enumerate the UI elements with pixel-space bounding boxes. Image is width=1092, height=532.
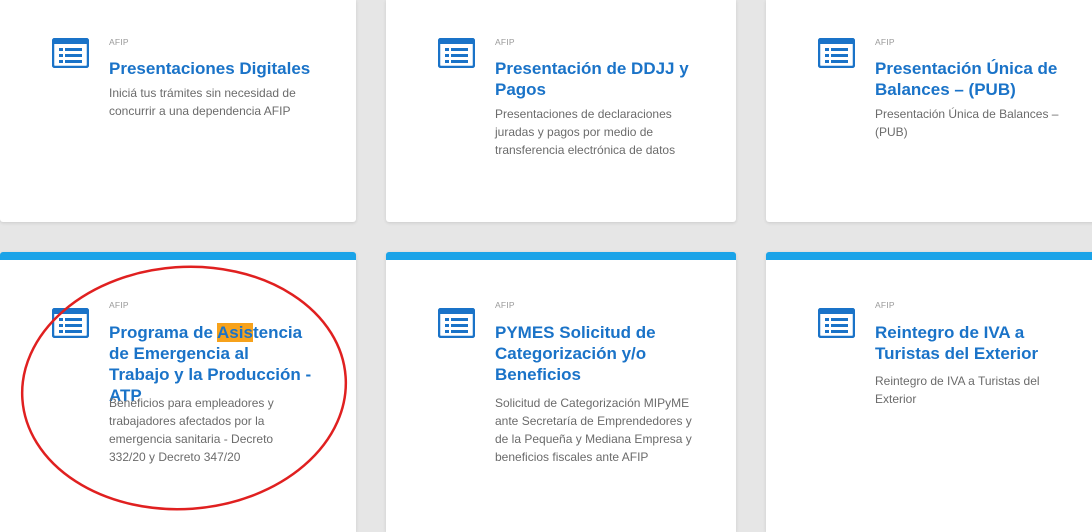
card-description: Solicitud de Categorización MIPyME ante … — [495, 396, 692, 464]
list-icon — [438, 38, 475, 68]
card-title[interactable]: PYMES Solicitud de Categorización y/o Be… — [495, 322, 676, 385]
card-programa-atp[interactable]: AFIP Programa de Asistencia de Emergenci… — [0, 252, 356, 532]
search-highlight: Asis — [217, 323, 253, 342]
list-icon — [818, 308, 855, 338]
list-icon — [52, 308, 89, 338]
agency-label: AFIP — [875, 300, 895, 310]
title-text-before: Programa de — [109, 323, 218, 342]
agency-label: AFIP — [875, 37, 895, 47]
agency-label: AFIP — [109, 37, 129, 47]
agency-label: AFIP — [109, 300, 129, 310]
card-description: Reintegro de IVA a Turistas del Exterior — [875, 374, 1040, 406]
card-title[interactable]: Presentación Única de Balances – (PUB) — [875, 58, 1062, 100]
card-description: Beneficios para empleadores y trabajador… — [109, 396, 274, 464]
card-title[interactable]: Presentaciones Digitales — [109, 58, 328, 79]
agency-label: AFIP — [495, 37, 515, 47]
agency-label: AFIP — [495, 300, 515, 310]
card-description: Iniciá tus trámites sin necesidad de con… — [109, 86, 296, 118]
list-icon — [52, 38, 89, 68]
list-icon — [818, 38, 855, 68]
card-presentacion-unica-balances[interactable]: AFIP Presentación Única de Balances – (P… — [766, 0, 1092, 222]
card-description: Presentación Única de Balances – (PUB) — [875, 107, 1059, 139]
card-presentaciones-digitales[interactable]: AFIP Presentaciones Digitales Iniciá tus… — [0, 0, 356, 222]
card-description: Presentaciones de declaraciones juradas … — [495, 107, 676, 157]
card-reintegro-iva[interactable]: AFIP Reintegro de IVA a Turistas del Ext… — [766, 252, 1092, 532]
card-title[interactable]: Presentación de DDJJ y Pagos — [495, 58, 696, 100]
card-title[interactable]: Reintegro de IVA a Turistas del Exterior — [875, 322, 1046, 364]
list-icon — [438, 308, 475, 338]
card-pymes-solicitud[interactable]: AFIP PYMES Solicitud de Categorización y… — [386, 252, 736, 532]
card-presentacion-ddjj[interactable]: AFIP Presentación de DDJJ y Pagos Presen… — [386, 0, 736, 222]
